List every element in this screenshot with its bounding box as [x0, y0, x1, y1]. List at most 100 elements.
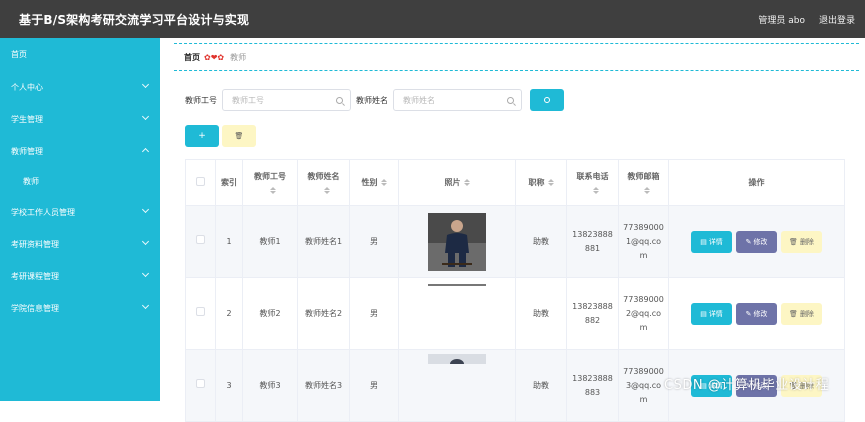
detail-icon: ▤: [700, 309, 707, 318]
teacher-photo[interactable]: [428, 212, 486, 271]
chevron-down-icon: [141, 112, 150, 121]
cell-gender: 男: [349, 205, 399, 278]
cell-photo: [398, 205, 516, 278]
row-select-cell[interactable]: [185, 277, 216, 350]
table-row: 2 教师2 教师姓名2 男 助教 13823888 882 77389000 2@q…: [185, 277, 845, 350]
edit-button[interactable]: ✎ 修改: [736, 302, 777, 325]
edit-label: 修改: [753, 237, 768, 246]
header-title[interactable]: 职称: [515, 159, 567, 206]
cell-phone: 13823888 882: [566, 277, 619, 350]
header-teacher-no[interactable]: 教师工号: [242, 159, 298, 206]
breadcrumb-current: 教师: [230, 52, 247, 62]
phone-line2: 883: [584, 387, 601, 397]
delete-button[interactable]: 🗑 删除: [781, 230, 822, 253]
sidebar-item-label: 学校工作人员管理: [11, 207, 75, 217]
breadcrumb: 首页 ✿❤✿ 教师: [174, 43, 859, 71]
header-phone-label: 联系电话: [576, 171, 609, 181]
main-content: 首页 ✿❤✿ 教师 教师工号 教师姓名 + 🗑 索引 教师工号: [160, 38, 865, 422]
header-photo[interactable]: 照片: [398, 159, 516, 206]
sort-icon[interactable]: [321, 186, 330, 195]
detail-button[interactable]: ▤ 详情: [691, 230, 732, 253]
cell-photo: [398, 277, 516, 350]
cell-teacher-no: 教师2: [242, 277, 298, 350]
search-button[interactable]: [530, 89, 564, 111]
row-checkbox[interactable]: [196, 378, 205, 388]
header-teacher-name[interactable]: 教师姓名: [297, 159, 350, 206]
sidebar-item-courses[interactable]: 考研课程管理: [0, 263, 160, 289]
sidebar-subitem-teacher[interactable]: 教师: [0, 168, 160, 194]
chevron-down-icon: [141, 80, 150, 89]
edit-button[interactable]: ✎ 修改: [736, 230, 777, 253]
sort-icon[interactable]: [547, 179, 554, 186]
delete-button[interactable]: 🗑 删除: [781, 302, 822, 325]
chevron-down-icon: [141, 301, 150, 310]
breadcrumb-separator: ✿❤✿: [204, 52, 225, 62]
sidebar-item-personal-center[interactable]: 个人中心: [0, 74, 160, 100]
email-line2: 1@qq.co: [625, 236, 662, 246]
add-button[interactable]: +: [185, 125, 219, 147]
cell-title: 助教: [515, 277, 567, 350]
select-all-cell[interactable]: [185, 159, 216, 206]
table-header-row: 索引 教师工号 教师姓名 性别 照片 职称 联系电话 教师邮箱 操作: [185, 159, 845, 206]
sidebar-item-label: 学院信息管理: [11, 303, 59, 313]
cell-index: 2: [215, 277, 243, 350]
phone-line1: 13823888: [572, 229, 613, 239]
sidebar: 首页 个人中心 学生管理 教师管理 教师 学校工作人员管理 考研资料管理 考研课…: [0, 38, 160, 401]
sidebar-item-teachers[interactable]: 教师管理: [0, 138, 160, 164]
email-line3: m: [639, 394, 648, 404]
detail-button[interactable]: ▤ 详情: [691, 302, 732, 325]
sidebar-item-students[interactable]: 学生管理: [0, 106, 160, 132]
teacher-no-field[interactable]: [222, 89, 351, 111]
chevron-down-icon: [141, 205, 150, 214]
select-all-checkbox[interactable]: [196, 177, 205, 186]
breadcrumb-home[interactable]: 首页: [184, 52, 200, 63]
sort-icon[interactable]: [641, 186, 650, 195]
row-checkbox[interactable]: [196, 234, 205, 244]
sidebar-item-school-staff[interactable]: 学校工作人员管理: [0, 199, 160, 225]
sidebar-item-colleges[interactable]: 学院信息管理: [0, 295, 160, 321]
cell-teacher-name: 教师姓名2: [297, 277, 350, 350]
email-line3: m: [639, 322, 648, 332]
delete-label: 删除: [799, 309, 814, 318]
teacher-no-input[interactable]: [232, 95, 332, 105]
sort-icon[interactable]: [463, 179, 470, 186]
teacher-name-label: 教师姓名: [356, 95, 388, 105]
cell-gender: 男: [349, 349, 399, 422]
header-phone[interactable]: 联系电话: [566, 159, 619, 206]
row-select-cell[interactable]: [185, 205, 216, 278]
edit-icon: ✎: [745, 237, 752, 246]
cell-teacher-no: 教师1: [242, 205, 298, 278]
header-email[interactable]: 教师邮箱: [618, 159, 669, 206]
cell-actions: ▤ 详情 ✎ 修改 🗑 删除: [668, 205, 845, 278]
sort-icon[interactable]: [380, 179, 387, 186]
sidebar-item-label: 考研课程管理: [11, 271, 59, 281]
header-title-label: 职称: [528, 178, 545, 187]
sort-icon[interactable]: [590, 186, 599, 195]
header-gender[interactable]: 性别: [349, 159, 399, 206]
teacher-photo[interactable]: [428, 284, 486, 286]
cell-phone: 13823888 881: [566, 205, 619, 278]
top-bar: 基于B/S架构考研交流学习平台设计与实现 管理员 abo 退出登录: [0, 0, 865, 38]
trash-icon: 🗑: [234, 132, 244, 140]
detail-icon: ▤: [700, 237, 707, 246]
teacher-name-input[interactable]: [403, 95, 503, 105]
sidebar-item-label: 首页: [11, 49, 27, 59]
teacher-photo[interactable]: [428, 354, 486, 364]
row-select-cell[interactable]: [185, 349, 216, 422]
user-label[interactable]: 管理员 abo: [758, 13, 805, 26]
plus-icon: +: [198, 131, 206, 141]
batch-delete-button[interactable]: 🗑: [222, 125, 256, 147]
chevron-down-icon: [141, 269, 150, 278]
sidebar-item-materials[interactable]: 考研资料管理: [0, 231, 160, 257]
sort-icon[interactable]: [267, 186, 276, 195]
watermark: CSDN @计算机毕业设计程: [664, 378, 830, 393]
teacher-name-field[interactable]: [393, 89, 522, 111]
header-photo-label: 照片: [444, 178, 461, 187]
logout-button[interactable]: 退出登录: [819, 13, 855, 26]
cell-email: 77389000 2@qq.co m: [618, 277, 669, 350]
row-checkbox[interactable]: [196, 306, 205, 316]
sidebar-item-home[interactable]: 首页: [0, 41, 160, 67]
header-gender-label: 性别: [361, 178, 378, 187]
trash-icon: 🗑: [789, 237, 798, 246]
sidebar-item-label: 教师: [23, 176, 39, 186]
